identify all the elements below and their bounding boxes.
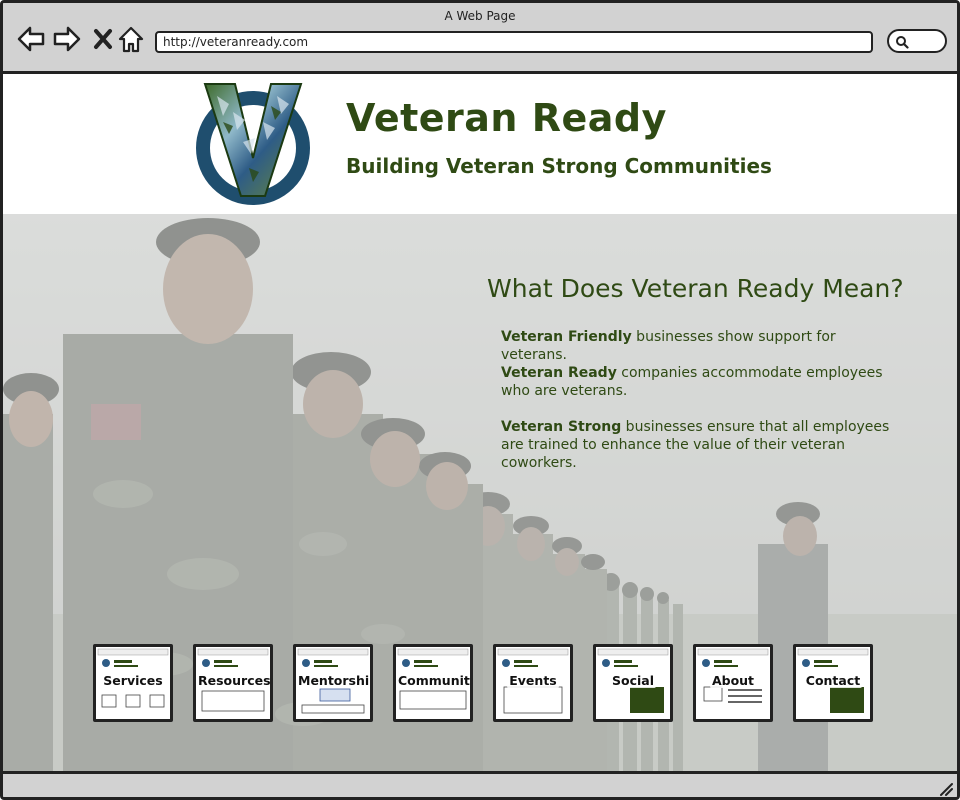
- tile-resources[interactable]: Resources: [193, 644, 273, 722]
- intro-item-friendly: Veteran Friendly businesses show support…: [501, 328, 901, 364]
- close-icon: [94, 29, 112, 49]
- tile-services[interactable]: Services: [93, 644, 173, 722]
- tile-label: Mentorship: [296, 673, 370, 688]
- forward-arrow-icon: [53, 26, 81, 52]
- address-bar[interactable]: http://veteranready.com: [155, 31, 873, 53]
- tile-label: Resources: [196, 673, 271, 688]
- home-icon: [118, 26, 144, 53]
- tile-label: Contact: [803, 673, 863, 688]
- browser-window: A Web Page http://veteranready.com Veter…: [0, 0, 960, 800]
- window-title: A Web Page: [444, 9, 516, 23]
- site-header: Veteran Ready Building Veteran Strong Co…: [3, 74, 957, 214]
- tile-community[interactable]: Community: [393, 644, 473, 722]
- resize-grip-icon[interactable]: [937, 780, 953, 796]
- back-button[interactable]: [15, 23, 47, 55]
- veteran-ready-logo[interactable]: [193, 82, 313, 208]
- search-icon: [896, 36, 909, 49]
- intro-heading: What Does Veteran Ready Mean?: [487, 274, 904, 303]
- intro-item-strong: Veteran Strong businesses ensure that al…: [501, 418, 901, 472]
- tile-social[interactable]: Social: [593, 644, 673, 722]
- site-tagline: Building Veteran Strong Communities: [346, 154, 772, 178]
- intro-item-ready: Veteran Ready companies accommodate empl…: [501, 364, 901, 400]
- forward-button[interactable]: [51, 23, 83, 55]
- intro-term: Veteran Ready: [501, 365, 617, 381]
- back-arrow-icon: [17, 26, 45, 52]
- page-content: Veteran Ready Building Veteran Strong Co…: [3, 74, 957, 771]
- hero-section: What Does Veteran Ready Mean? Veteran Fr…: [3, 214, 957, 771]
- status-bar: [3, 771, 957, 797]
- tile-about[interactable]: About: [693, 644, 773, 722]
- tile-mentorship[interactable]: Mentorship: [293, 644, 373, 722]
- tile-label: About: [709, 673, 757, 688]
- intro-term: Veteran Friendly: [501, 329, 632, 345]
- tile-label: Events: [507, 673, 559, 688]
- intro-term: Veteran Strong: [501, 419, 622, 435]
- home-button[interactable]: [115, 23, 147, 55]
- tile-contact[interactable]: Contact: [793, 644, 873, 722]
- site-title: Veteran Ready: [346, 96, 667, 140]
- tile-label: Social: [609, 673, 656, 688]
- tile-label: Community: [396, 673, 470, 688]
- nav-tiles: Services Resources Mentorship Community …: [3, 644, 957, 724]
- tile-label: Services: [101, 673, 165, 688]
- tile-events[interactable]: Events: [493, 644, 573, 722]
- search-field[interactable]: [887, 29, 947, 53]
- browser-toolbar: A Web Page http://veteranready.com: [3, 3, 957, 74]
